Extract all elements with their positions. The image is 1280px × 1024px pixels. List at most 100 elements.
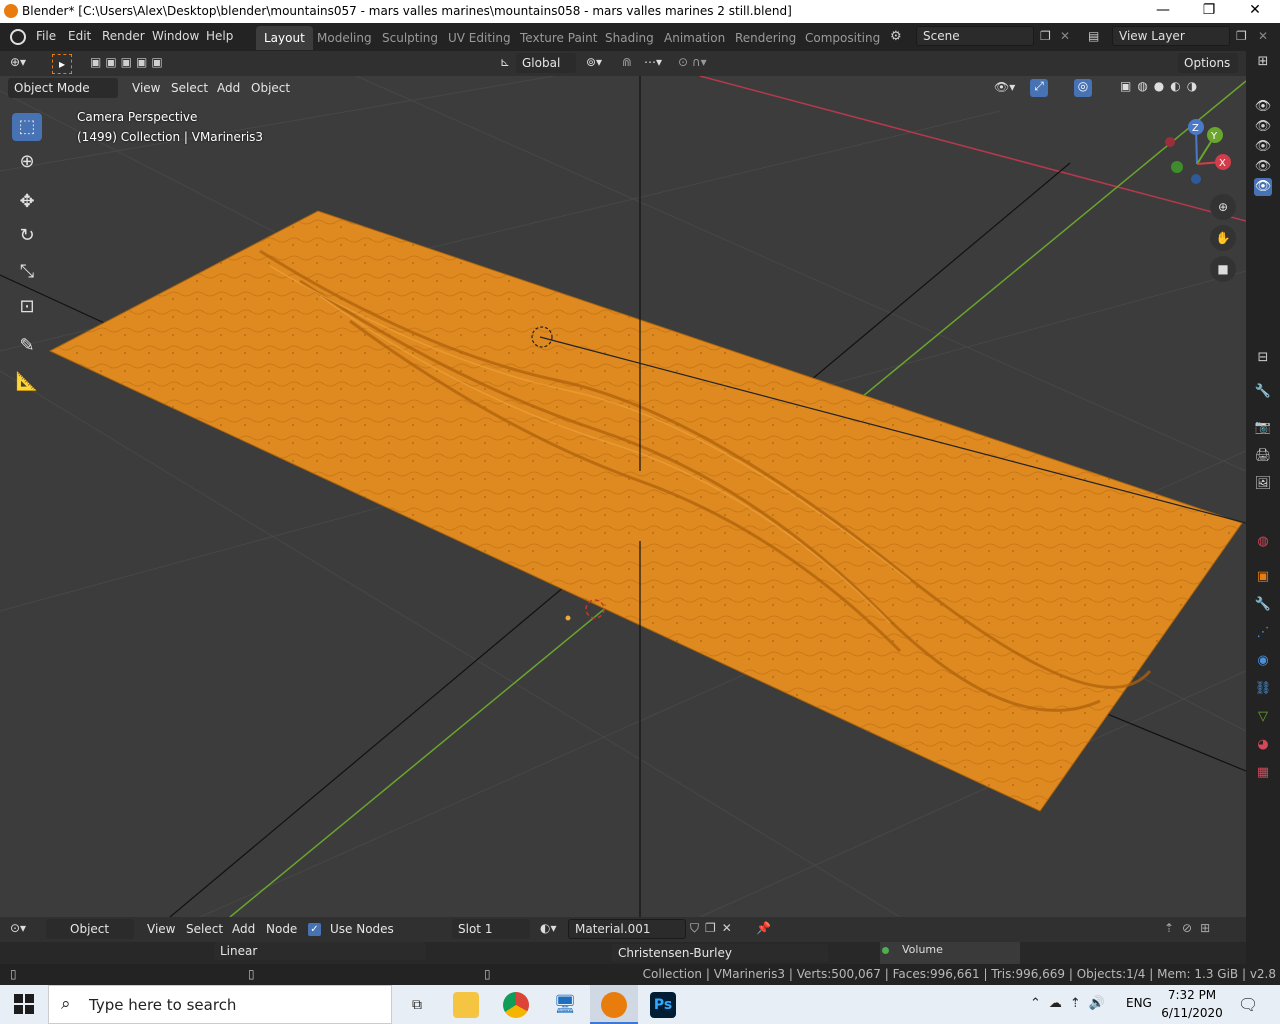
properties-icon[interactable]: ⊟	[1254, 349, 1272, 367]
scene-icon[interactable]: ⚙	[890, 29, 902, 44]
eye-icon-2[interactable]: 👁	[1254, 118, 1272, 136]
select-box-icon[interactable]: ⬚	[12, 113, 42, 141]
remote-desktop-icon[interactable]: 🖥	[552, 992, 578, 1018]
camera-view-icon[interactable]: ■	[1210, 256, 1236, 282]
node-menu[interactable]: Node	[266, 919, 297, 939]
view-layer-field[interactable]: View Layer	[1112, 26, 1230, 46]
tab-sculpting[interactable]: Sculpting	[374, 26, 446, 50]
tool-properties-icon[interactable]: 🔧	[1254, 383, 1272, 401]
pin-icon[interactable]: 📌	[756, 921, 771, 935]
zoom-icon[interactable]: ⊕	[1210, 194, 1236, 220]
snap-icon[interactable]: ⋒	[622, 55, 632, 69]
taskbar-search[interactable]: ⌕ Type here to search	[48, 985, 392, 1024]
system-tray-icons[interactable]: ⌃☁⇡🔊	[1030, 996, 1113, 1011]
object-type-dropdown[interactable]: Object	[46, 919, 134, 939]
menu-help[interactable]: Help	[206, 29, 233, 43]
node-add-menu[interactable]: Add	[232, 919, 255, 939]
tab-shading[interactable]: Shading	[597, 26, 662, 50]
world-properties-icon[interactable]: ◍	[1254, 533, 1272, 551]
terrain-mesh[interactable]	[50, 211, 1242, 811]
tab-animation[interactable]: Animation	[656, 26, 733, 50]
close-button[interactable]: ✕	[1232, 0, 1278, 23]
windows-start-icon[interactable]	[14, 994, 34, 1014]
node-view-menu[interactable]: View	[147, 919, 175, 939]
subsurface-method-dropdown[interactable]: Christensen-Burley	[612, 944, 828, 962]
material-properties-icon[interactable]: ◕	[1254, 736, 1272, 754]
data-properties-icon[interactable]: ▽	[1254, 708, 1272, 726]
node-editor-type-icon[interactable]: ⊙▾	[10, 921, 26, 935]
volume-socket-dot[interactable]	[882, 947, 889, 954]
new-scene-icon[interactable]: ❐	[1040, 29, 1051, 43]
texture-properties-icon[interactable]: ▦	[1254, 764, 1272, 782]
eye-icon-5[interactable]: 👁	[1254, 178, 1272, 196]
tab-compositing[interactable]: Compositing	[797, 26, 888, 50]
menu-window[interactable]: Window	[152, 29, 199, 43]
node-select-menu[interactable]: Select	[186, 919, 223, 939]
scene-field[interactable]: Scene	[916, 26, 1034, 46]
material-browse-icon[interactable]: ◐▾	[540, 921, 557, 935]
transform-orientation-dropdown[interactable]: Global	[516, 53, 576, 73]
view-layer-properties-icon[interactable]: 🖼	[1254, 475, 1272, 493]
physics-properties-icon[interactable]: ◉	[1254, 652, 1272, 670]
material-action-icons[interactable]: ⛉❐✕	[690, 921, 738, 936]
blender-logo-icon[interactable]	[10, 29, 26, 45]
eye-icon-3[interactable]: 👁	[1254, 138, 1272, 156]
measure-tool-icon[interactable]: 📐	[12, 368, 42, 396]
menu-file[interactable]: File	[36, 29, 56, 43]
selection-mode-icons[interactable]: ▣▣▣▣▣	[90, 55, 167, 69]
cursor-tool-icon[interactable]: ⊕	[12, 148, 42, 176]
constraints-properties-icon[interactable]: ⛓	[1254, 680, 1272, 698]
language-indicator[interactable]: ENG	[1126, 996, 1152, 1010]
view-layer-icon[interactable]: ▤	[1088, 29, 1099, 43]
object-properties-icon[interactable]: ▣	[1254, 568, 1272, 586]
editor-type-icon[interactable]: ⊕▾	[10, 55, 26, 69]
options-dropdown[interactable]: Options	[1178, 53, 1238, 73]
output-properties-icon[interactable]: 🖨	[1254, 447, 1272, 465]
scale-tool-icon[interactable]: ⤡	[12, 258, 42, 286]
particles-properties-icon[interactable]: ⋰	[1254, 624, 1272, 642]
tab-uv-editing[interactable]: UV Editing	[440, 26, 519, 50]
remove-scene-icon[interactable]: ✕	[1060, 29, 1070, 43]
notification-icon[interactable]: 🗨	[1238, 995, 1258, 1014]
select-tool-icon[interactable]: ▸	[52, 54, 72, 74]
tab-layout[interactable]: Layout	[256, 26, 313, 50]
render-properties-icon[interactable]: 📷	[1254, 419, 1272, 437]
pivot-point-icon[interactable]: ⊚▾	[586, 55, 602, 69]
overlay-toggle-icon[interactable]: ◎	[1074, 79, 1092, 97]
mode-dropdown[interactable]: Object Mode	[8, 78, 118, 98]
remove-view-layer-icon[interactable]: ✕	[1258, 29, 1268, 43]
outliner-icon[interactable]: ⊞	[1254, 53, 1272, 71]
material-name-field[interactable]: Material.001	[568, 919, 686, 939]
snap-target-icon[interactable]: ⋯▾	[644, 55, 662, 69]
modifier-properties-icon[interactable]: 🔧	[1254, 596, 1272, 614]
eye-icon-1[interactable]: 👁	[1254, 98, 1272, 116]
blender-icon[interactable]	[601, 992, 627, 1018]
menu-render[interactable]: Render	[102, 29, 145, 43]
slot-dropdown[interactable]: Slot 1	[452, 919, 530, 939]
gizmo-toggle-icon[interactable]: ⤢	[1030, 79, 1048, 97]
3d-viewport[interactable]: Z Y X ⊕ ✋ ■ Camera Perspective (1499) Co…	[0, 51, 1246, 917]
proportional-edit-icon[interactable]: ⊙ ∩▾	[678, 55, 707, 69]
visibility-icon[interactable]: 👁▾	[994, 80, 1015, 94]
tab-rendering[interactable]: Rendering	[727, 26, 804, 50]
pan-hand-icon[interactable]: ✋	[1210, 225, 1236, 251]
transform-tool-icon[interactable]: ⊡	[12, 293, 42, 321]
photoshop-icon[interactable]: Ps	[650, 992, 676, 1018]
annotate-tool-icon[interactable]: ✎	[12, 332, 42, 360]
shading-mode-icons[interactable]: ▣◍●◐◑	[1120, 79, 1203, 93]
file-explorer-icon[interactable]	[453, 992, 479, 1018]
interpolation-dropdown[interactable]: Linear	[214, 942, 426, 960]
view-menu[interactable]: View	[132, 78, 160, 98]
tab-texture-paint[interactable]: Texture Paint	[512, 26, 605, 50]
chrome-icon[interactable]	[503, 992, 529, 1018]
navigation-gizmo[interactable]: Z Y X	[1160, 117, 1240, 197]
object-menu[interactable]: Object	[251, 78, 290, 98]
clock-time[interactable]: 7:32 PM	[1152, 988, 1232, 1002]
task-view-icon[interactable]: ⧉	[404, 992, 430, 1018]
select-menu[interactable]: Select	[171, 78, 208, 98]
new-view-layer-icon[interactable]: ❐	[1236, 29, 1247, 43]
move-tool-icon[interactable]: ✥	[12, 188, 42, 216]
node-header-right-icons[interactable]: ⇡⊘⊞	[1164, 921, 1218, 935]
use-nodes-checkbox[interactable]: ✓	[308, 923, 321, 936]
menu-edit[interactable]: Edit	[68, 29, 91, 43]
